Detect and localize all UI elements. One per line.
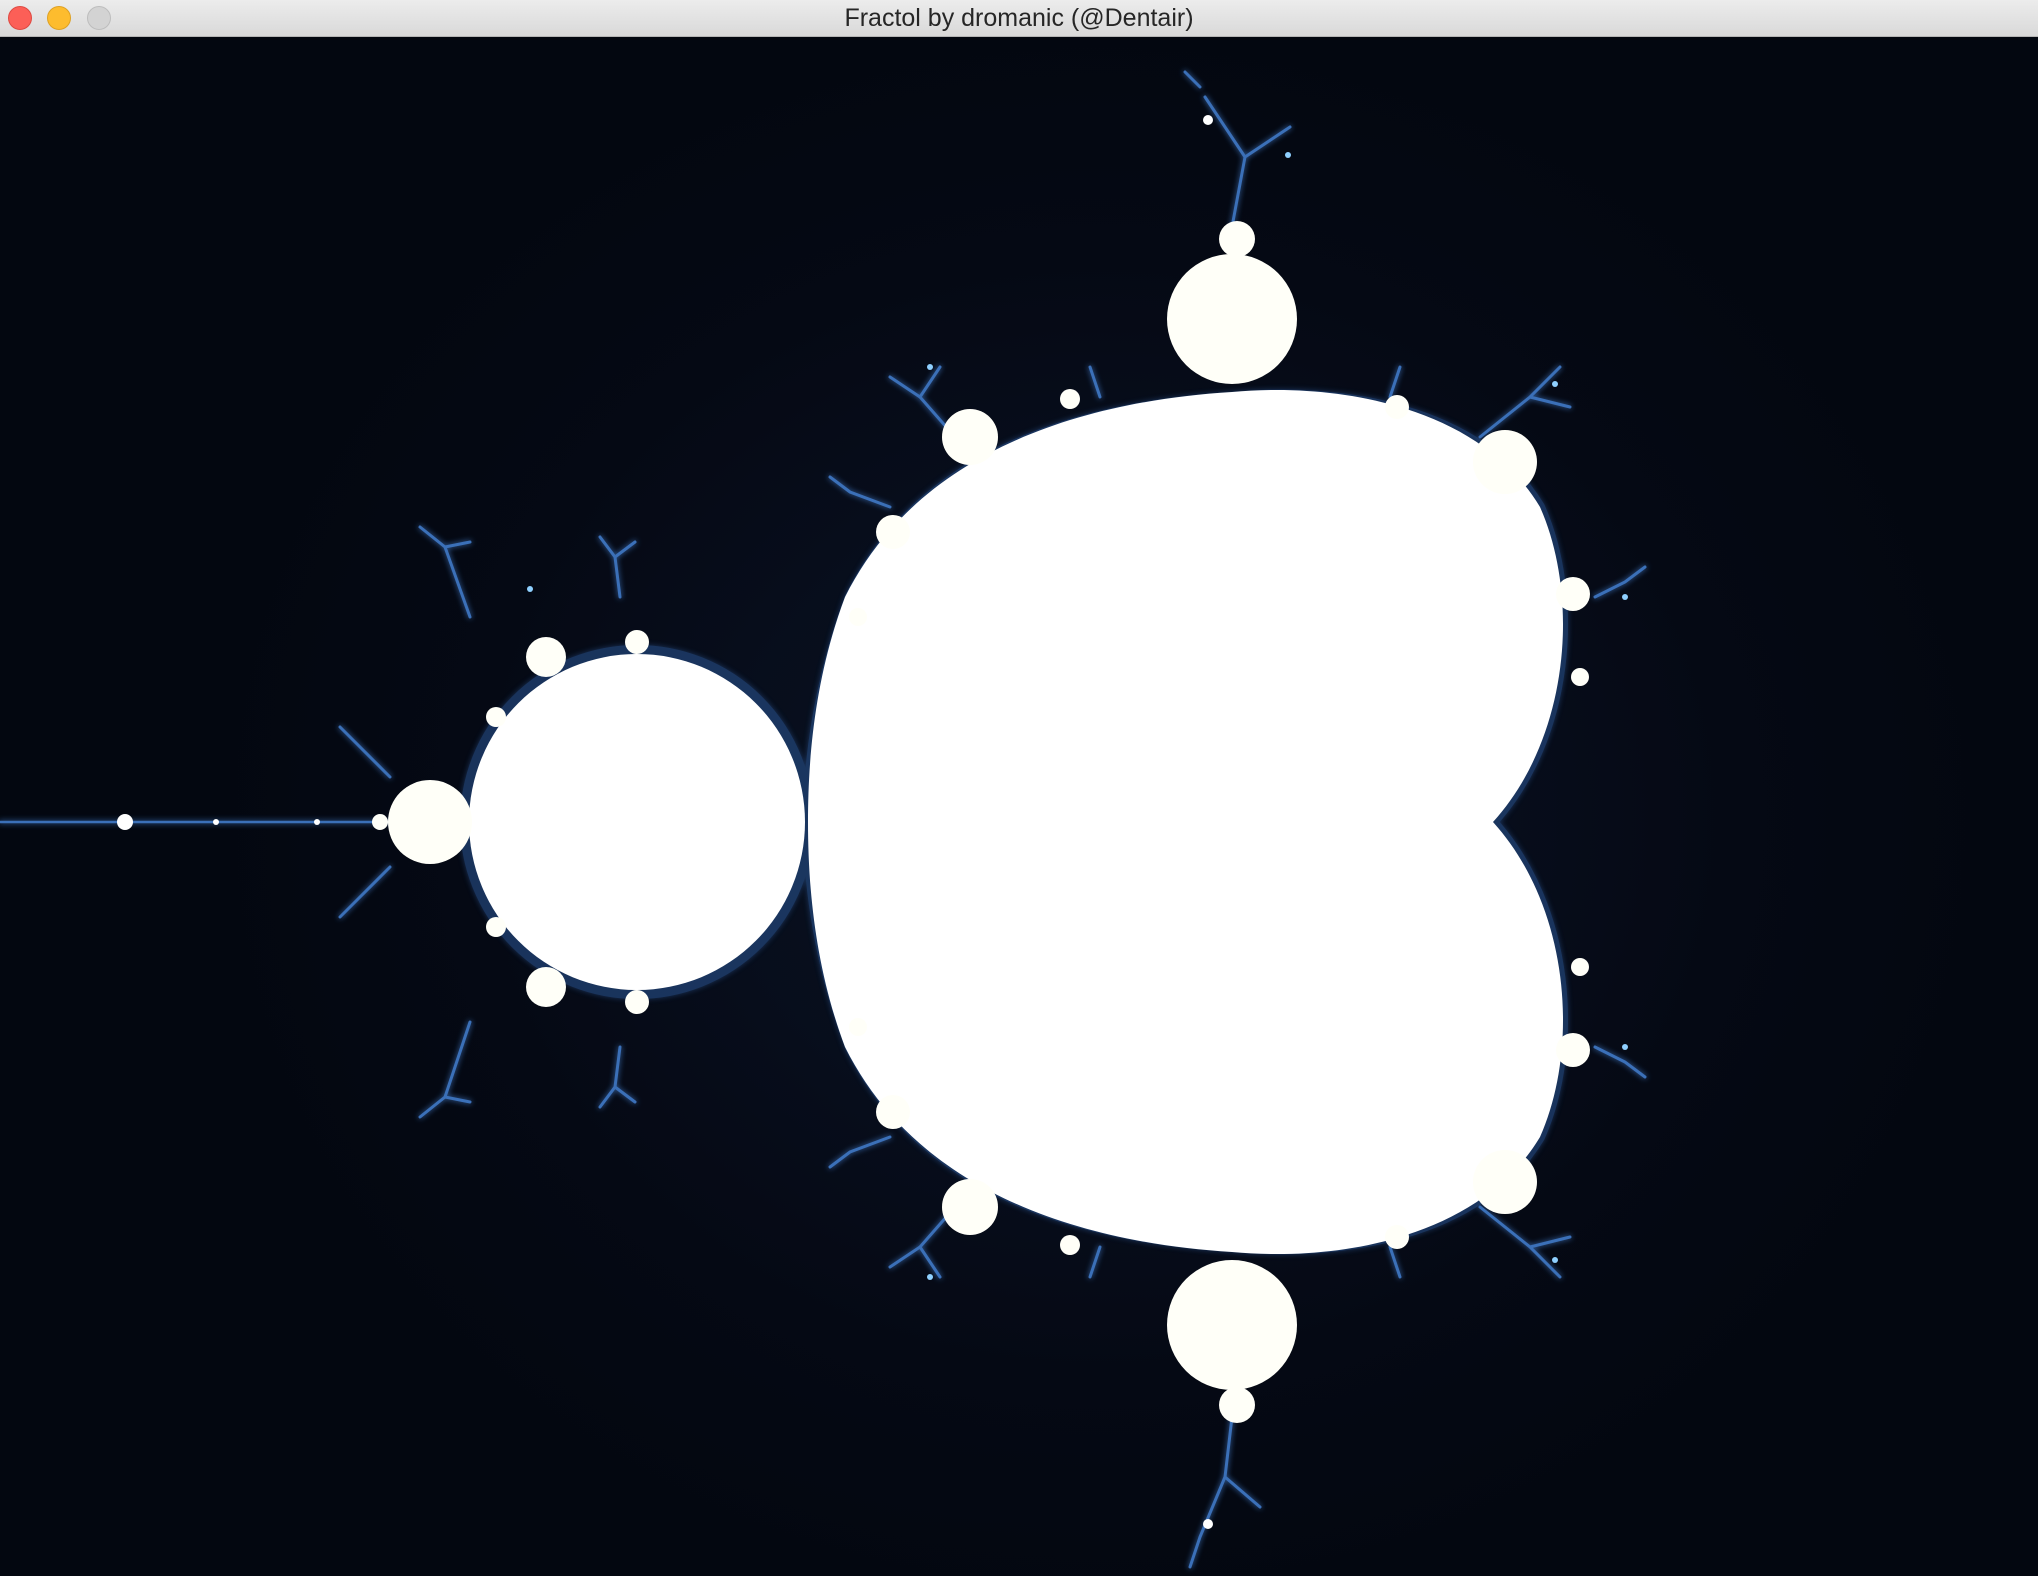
fractal-canvas[interactable] bbox=[0, 37, 2038, 1576]
title-bar[interactable]: Fractol by dromanic (@Dentair) bbox=[0, 0, 2038, 37]
window-title: Fractol by dromanic (@Dentair) bbox=[844, 4, 1194, 32]
app-window: Fractol by dromanic (@Dentair) bbox=[0, 0, 2038, 1576]
mandelbrot-set bbox=[0, 70, 1647, 1569]
main-cardioid bbox=[808, 389, 1564, 1255]
period-two-bulb bbox=[469, 654, 805, 990]
